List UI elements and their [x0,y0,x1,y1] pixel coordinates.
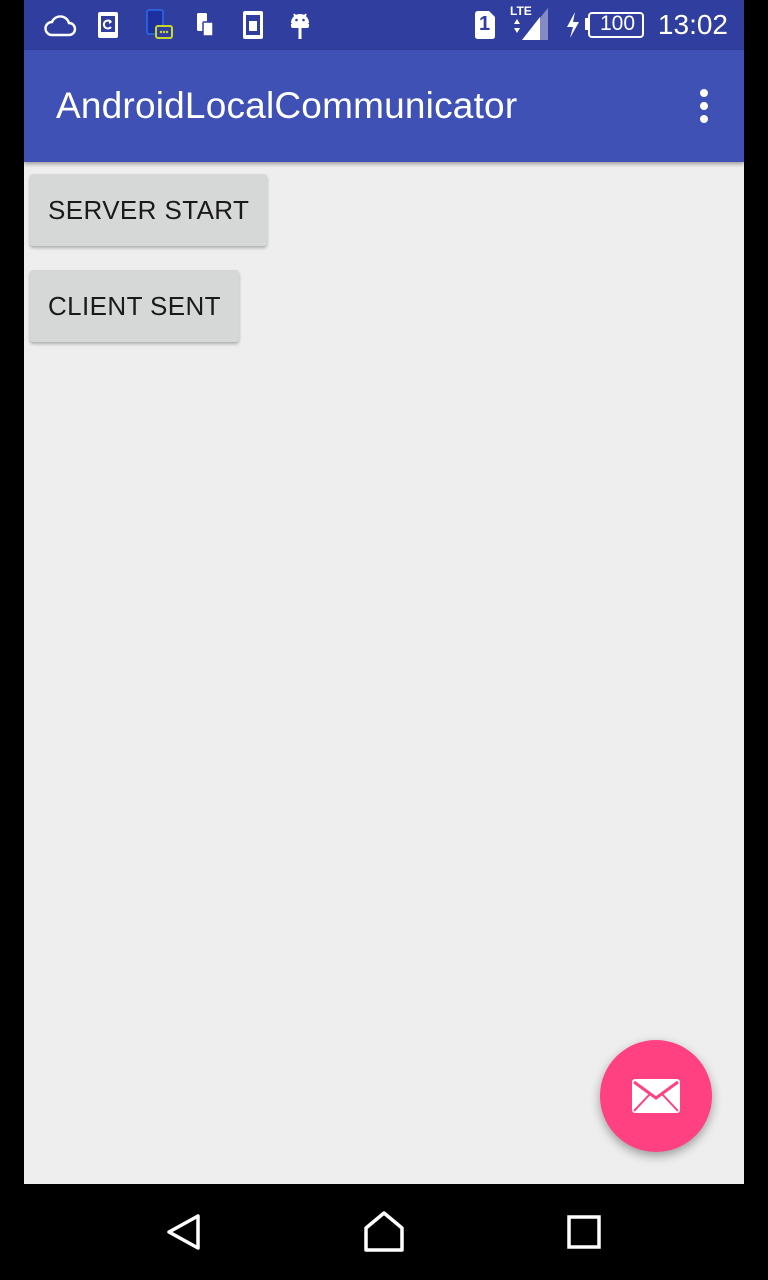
network-type-label: LTE [510,4,532,18]
battery-icon: 100 [584,10,644,40]
app-bar: AndroidLocalCommunicator [24,50,744,162]
menu-dot [700,102,708,110]
cloud-icon [42,10,78,40]
menu-dot [700,89,708,97]
phone-sd-icon [194,10,216,40]
android-debug-icon [286,10,314,40]
charging-icon [564,10,582,40]
clock: 13:02 [657,9,728,40]
more-vert-icon[interactable] [684,86,724,126]
app-screen: 1 LTE 100 13:02 AndroidLocalCommunicator [24,0,744,1184]
battery-level-label: 100 [600,12,636,35]
menu-dot [700,115,708,123]
message-notification-icon [142,9,176,40]
phone-frame: 1 LTE 100 13:02 AndroidLocalCommunicator [0,0,768,1280]
phone-storage-icon [240,10,266,40]
client-sent-button[interactable]: CLIENT SENT [30,270,239,342]
app-title: AndroidLocalCommunicator [56,85,518,126]
email-fab-button[interactable] [600,1040,712,1152]
navigation-bar [0,1184,768,1280]
home-icon[interactable] [360,1208,408,1256]
sync-icon [94,10,122,40]
back-icon[interactable] [160,1208,208,1256]
sim-icon: 1 [472,10,498,40]
server-start-button[interactable]: SERVER START [30,174,268,246]
recents-icon[interactable] [560,1208,608,1256]
sim-slot-label: 1 [479,13,491,35]
status-bar: 1 LTE 100 13:02 [24,0,744,50]
email-icon [632,1079,680,1113]
signal-icon: LTE [510,4,550,42]
